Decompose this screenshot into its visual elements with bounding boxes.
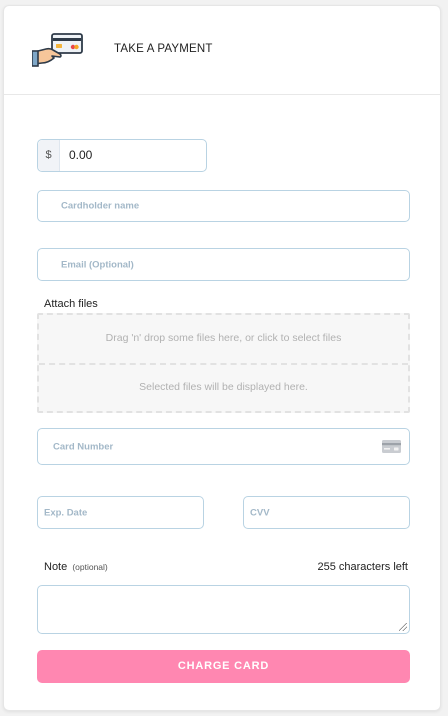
characters-left-counter: 255 characters left xyxy=(317,561,409,573)
note-label-text: Note xyxy=(44,561,68,573)
currency-symbol: $ xyxy=(38,140,60,171)
header: TAKE A PAYMENT xyxy=(4,6,440,95)
credit-card-icon xyxy=(382,440,401,453)
amount-value[interactable]: 0.00 xyxy=(69,140,92,171)
email-placeholder: Email (Optional) xyxy=(61,259,134,270)
attach-files-label: Attach files xyxy=(44,298,98,310)
note-label: Note (optional) xyxy=(44,561,108,573)
card-number-input[interactable]: Card Number xyxy=(37,428,410,465)
cvv-placeholder: CVV xyxy=(250,507,270,518)
note-textarea[interactable] xyxy=(37,585,410,634)
resize-handle[interactable] xyxy=(399,623,407,631)
dropzone-divider xyxy=(39,363,408,365)
cardholder-name-placeholder: Cardholder name xyxy=(61,200,140,212)
exp-date-placeholder: Exp. Date xyxy=(44,507,88,518)
hand-holding-card-icon xyxy=(32,33,83,67)
payment-card: TAKE A PAYMENT $ 0.00 Cardholder name Em… xyxy=(3,5,441,711)
note-optional-hint: (optional) xyxy=(72,562,108,572)
cardholder-name-input[interactable]: Cardholder name xyxy=(37,190,410,222)
selected-files-text: Selected files will be displayed here. xyxy=(139,381,308,393)
card-number-placeholder: Card Number xyxy=(53,441,114,452)
cvv-input[interactable]: CVV xyxy=(243,496,410,529)
page-title: TAKE A PAYMENT xyxy=(114,43,213,55)
exp-date-input[interactable]: Exp. Date xyxy=(37,496,204,529)
charge-card-button[interactable]: CHARGE CARD xyxy=(37,650,410,683)
email-input[interactable]: Email (Optional) xyxy=(37,248,410,281)
file-dropzone[interactable]: Drag 'n' drop some files here, or click … xyxy=(37,313,410,413)
amount-field[interactable]: $ 0.00 xyxy=(37,139,207,172)
dropzone-instructions: Drag 'n' drop some files here, or click … xyxy=(105,332,342,344)
